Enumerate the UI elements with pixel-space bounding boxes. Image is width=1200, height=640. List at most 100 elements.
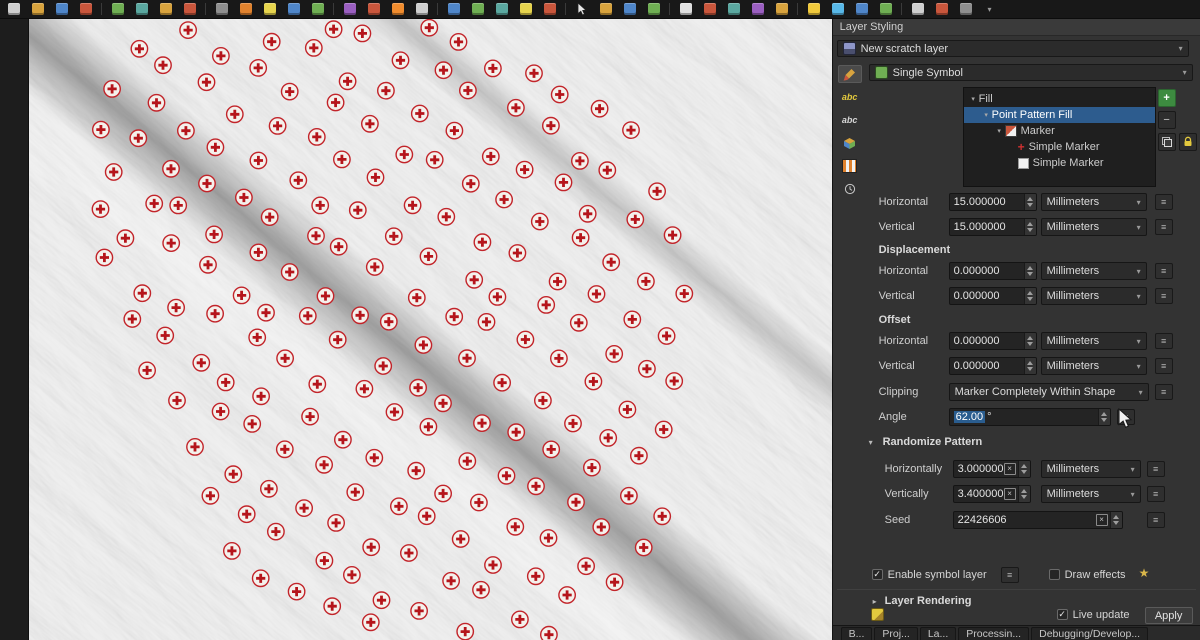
style-manager-icon[interactable]: [871, 608, 884, 621]
unit-combo[interactable]: Millimeters▾: [1041, 287, 1147, 305]
layer-rendering-label[interactable]: Layer Rendering: [885, 595, 972, 607]
value-spinbox[interactable]: 3.400000×: [953, 485, 1031, 503]
data-defined-override-button[interactable]: ≡: [1001, 567, 1019, 583]
data-defined-override-button[interactable]: ≡: [1155, 219, 1173, 235]
toolbar-icon-06[interactable]: [131, 1, 152, 17]
toolbar-icon-29[interactable]: [723, 1, 744, 17]
override-clear-icon[interactable]: ×: [1096, 514, 1108, 526]
layer-rendering-collapse-icon[interactable]: ▸: [873, 597, 877, 606]
value-spinbox[interactable]: 0.000000: [949, 357, 1037, 375]
spinbox-stepper[interactable]: [1018, 461, 1030, 477]
data-defined-override-button[interactable]: ≡: [1147, 512, 1165, 528]
toolbar-icon-07[interactable]: [155, 1, 176, 17]
toolbar-icon-02[interactable]: [27, 1, 48, 17]
toolbar-icon-28[interactable]: [699, 1, 720, 17]
select-tool-icon[interactable]: [571, 1, 592, 17]
value-spinbox[interactable]: 15.000000: [949, 218, 1037, 236]
toolbar-icon-13[interactable]: [307, 1, 328, 17]
toolbar-icon-34[interactable]: [851, 1, 872, 17]
toolbar-icon-05[interactable]: [107, 1, 128, 17]
toolbar-icon-21[interactable]: [515, 1, 536, 17]
toolbar-icon-31[interactable]: [771, 1, 792, 17]
spinbox-stepper[interactable]: [1024, 358, 1036, 374]
toolbar-icon-24[interactable]: [595, 1, 616, 17]
toolbar-icon-01[interactable]: [3, 1, 24, 17]
unit-combo[interactable]: Millimeters▾: [1041, 193, 1147, 211]
value-spinbox[interactable]: 0.000000: [949, 262, 1037, 280]
spinbox-stepper[interactable]: [1018, 486, 1030, 502]
unit-combo[interactable]: Millimeters▾: [1041, 460, 1141, 478]
seed-spinbox[interactable]: 22426606×: [953, 511, 1123, 529]
toolbar-icon-19[interactable]: [467, 1, 488, 17]
data-defined-override-button[interactable]: ≡: [1155, 194, 1173, 210]
override-clear-icon[interactable]: ×: [1004, 488, 1016, 500]
toolbar-icon-18[interactable]: [443, 1, 464, 17]
toolbar-icon-36[interactable]: [907, 1, 928, 17]
toolbar-icon-16[interactable]: [387, 1, 408, 17]
toolbar-icon-33[interactable]: [827, 1, 848, 17]
override-clear-icon[interactable]: ×: [1004, 463, 1016, 475]
data-defined-override-button[interactable]: ≡: [1155, 288, 1173, 304]
data-defined-override-button[interactable]: ≡: [1155, 263, 1173, 279]
toolbar-icon-10[interactable]: [235, 1, 256, 17]
draw-effects-checkbox[interactable]: [1049, 569, 1060, 580]
toolbar-icon-26[interactable]: [643, 1, 664, 17]
toolbar-icon-30[interactable]: [747, 1, 768, 17]
toolbar-icon-20[interactable]: [491, 1, 512, 17]
spinbox-stepper[interactable]: [1024, 333, 1036, 349]
map-canvas[interactable]: [29, 19, 832, 640]
unit-combo[interactable]: Millimeters▾: [1041, 332, 1147, 350]
toolbar-icon-15[interactable]: [363, 1, 384, 17]
value-spinbox[interactable]: 0.000000: [949, 332, 1037, 350]
toolbar-icon-03[interactable]: [51, 1, 72, 17]
toolbar-icon-17[interactable]: [411, 1, 432, 17]
remove-symbol-layer-button[interactable]: −: [1158, 111, 1176, 129]
value-spinbox[interactable]: 15.000000: [949, 193, 1037, 211]
collapse-arrow-icon[interactable]: ▾: [869, 438, 873, 447]
unit-combo[interactable]: Millimeters▾: [1041, 357, 1147, 375]
spinbox-stepper[interactable]: [1098, 409, 1110, 425]
toolbar-icon-25[interactable]: [619, 1, 640, 17]
enable-symbol-layer-checkbox[interactable]: ✓: [872, 569, 883, 580]
spinbox-stepper[interactable]: [1024, 263, 1036, 279]
angle-spinbox[interactable]: 62.00°: [949, 408, 1111, 426]
unit-combo[interactable]: Millimeters▾: [1041, 262, 1147, 280]
panel-tab-4[interactable]: Debugging/Develop...: [1031, 627, 1148, 640]
toolbar-overflow-icon[interactable]: ▾: [979, 1, 1000, 17]
lightning-icon[interactable]: [803, 1, 824, 17]
panel-tab-3[interactable]: Processin...: [958, 627, 1029, 640]
data-defined-override-button[interactable]: ≡: [1147, 461, 1165, 477]
toolbar-icon-12[interactable]: [283, 1, 304, 17]
data-defined-override-button[interactable]: ≡: [1155, 333, 1173, 349]
spinbox-stepper[interactable]: [1024, 219, 1036, 235]
panel-tab-0[interactable]: B...: [841, 627, 873, 640]
data-defined-override-button[interactable]: ≡: [1147, 486, 1165, 502]
add-symbol-layer-button[interactable]: +: [1158, 89, 1176, 107]
draw-effects-star-icon[interactable]: ★: [1139, 566, 1150, 580]
toolbar-icon-09[interactable]: [211, 1, 232, 17]
toolbar-icon-22[interactable]: [539, 1, 560, 17]
duplicate-symbol-layer-button[interactable]: [1158, 133, 1176, 151]
value-spinbox[interactable]: 0.000000: [949, 287, 1037, 305]
spinbox-stepper[interactable]: [1110, 512, 1122, 528]
toolbar-icon-27[interactable]: [675, 1, 696, 17]
data-defined-override-button[interactable]: ≡: [1155, 384, 1173, 400]
toolbar-icon-08[interactable]: [179, 1, 200, 17]
spinbox-stepper[interactable]: [1024, 194, 1036, 210]
unit-combo[interactable]: Millimeters▾: [1041, 485, 1141, 503]
toolbar-icon-11[interactable]: [259, 1, 280, 17]
spinbox-stepper[interactable]: [1024, 288, 1036, 304]
value-spinbox[interactable]: 3.000000×: [953, 460, 1031, 478]
toolbar-icon-37[interactable]: [931, 1, 952, 17]
panel-tab-1[interactable]: Proj...: [874, 627, 917, 640]
data-defined-override-button[interactable]: ≡: [1155, 358, 1173, 374]
panel-tab-2[interactable]: La...: [920, 627, 956, 640]
clipping-combo[interactable]: Marker Completely Within Shape▾: [949, 383, 1149, 401]
apply-button[interactable]: Apply: [1145, 607, 1193, 624]
toolbar-icon-35[interactable]: [875, 1, 896, 17]
toolbar-icon-04[interactable]: [75, 1, 96, 17]
live-update-checkbox[interactable]: ✓: [1057, 609, 1068, 620]
toolbar-icon-14[interactable]: [339, 1, 360, 17]
lock-color-button[interactable]: [1179, 133, 1197, 151]
unit-combo[interactable]: Millimeters▾: [1041, 218, 1147, 236]
